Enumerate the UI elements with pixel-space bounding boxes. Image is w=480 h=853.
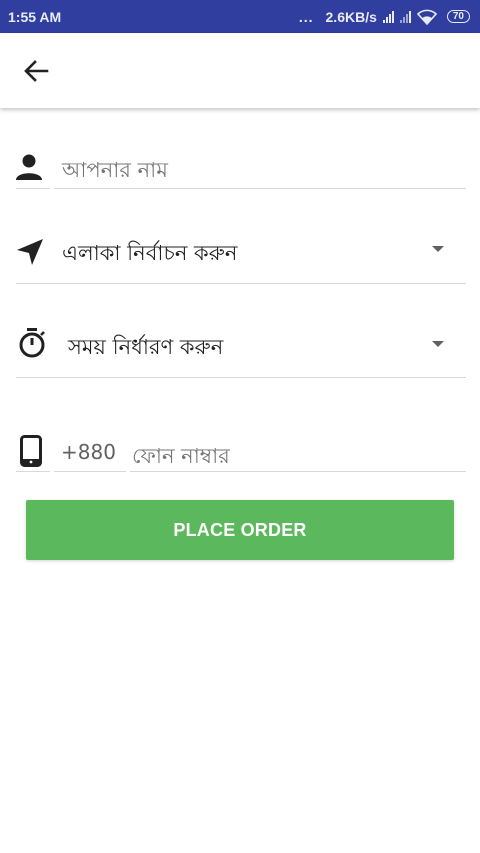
name-input[interactable]: আপনার নাম bbox=[54, 140, 466, 190]
country-code: +880 bbox=[61, 440, 116, 464]
back-button[interactable] bbox=[14, 53, 58, 89]
person-icon bbox=[16, 153, 42, 181]
notification-dots: ... bbox=[298, 8, 314, 25]
country-code-underline bbox=[54, 471, 126, 472]
signal-icon bbox=[382, 10, 394, 23]
area-select[interactable]: এলাকা নির্বাচন করুন bbox=[16, 228, 466, 284]
status-time: 1:55 AM bbox=[8, 8, 62, 25]
wifi-icon bbox=[416, 9, 437, 25]
phone-icon-underline bbox=[16, 471, 50, 472]
name-row: আপনার নাম bbox=[16, 140, 466, 190]
chevron-down-icon bbox=[432, 246, 444, 252]
name-underline bbox=[54, 188, 466, 189]
signal-icon-2 bbox=[399, 10, 411, 23]
smartphone-icon bbox=[20, 435, 42, 467]
place-order-button[interactable]: PLACE ORDER bbox=[26, 500, 454, 560]
phone-row: +880 ফোন নাম্বার bbox=[16, 424, 466, 474]
phone-underline bbox=[130, 471, 466, 472]
status-icons: ... 2.6KB/s 70 bbox=[299, 9, 470, 25]
area-underline bbox=[16, 283, 466, 284]
arrow-left-icon bbox=[24, 60, 49, 82]
navigation-arrow-icon bbox=[16, 238, 44, 266]
network-speed: 2.6KB/s bbox=[325, 8, 377, 25]
stopwatch-icon bbox=[18, 327, 46, 359]
time-select[interactable]: সময় নির্ধারণ করুন bbox=[16, 322, 466, 378]
time-select-value: সময় নির্ধারণ করুন bbox=[68, 335, 224, 359]
phone-placeholder: ফোন নাম্বার bbox=[132, 444, 230, 468]
chevron-down-icon bbox=[432, 341, 444, 347]
phone-input[interactable]: ফোন নাম্বার bbox=[130, 424, 466, 474]
name-placeholder: আপনার নাম bbox=[62, 158, 168, 182]
name-icon-underline bbox=[16, 188, 50, 189]
app-bar bbox=[0, 33, 480, 108]
area-select-value: এলাকা নির্বাচন করুন bbox=[62, 241, 238, 265]
status-bar: 1:55 AM ... 2.6KB/s 70 bbox=[0, 0, 480, 33]
battery-icon: 70 bbox=[446, 10, 470, 23]
time-underline bbox=[16, 377, 466, 378]
